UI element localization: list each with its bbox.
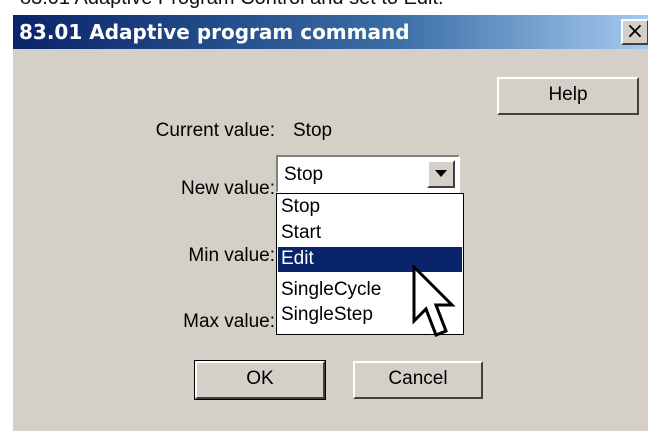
ok-button-label: OK: [246, 368, 274, 389]
max-value-label: Max value:: [183, 311, 275, 332]
new-value-label: New value:: [181, 178, 275, 199]
dropdown-option-stop[interactable]: Stop: [278, 195, 462, 220]
background-caption: 83.01 Adaptive Program Control and set t…: [20, 0, 444, 10]
help-button[interactable]: Help: [497, 77, 639, 115]
current-value-label: Current value:: [155, 120, 275, 141]
new-value-selected-text: Stop: [284, 164, 324, 185]
cancel-button-label: Cancel: [388, 368, 448, 389]
current-value: Stop: [293, 120, 333, 141]
dialog-title: 83.01 Adaptive program command: [19, 20, 410, 44]
chevron-down-icon: [435, 170, 447, 177]
dropdown-option-start[interactable]: Start: [278, 221, 462, 246]
mouse-pointer-icon: [412, 265, 456, 337]
ok-button[interactable]: OK: [194, 360, 326, 400]
close-button[interactable]: ×: [621, 19, 648, 45]
combo-dropdown-button[interactable]: [427, 160, 455, 188]
help-button-label: Help: [548, 84, 588, 105]
cancel-button[interactable]: Cancel: [353, 361, 483, 399]
new-value-select[interactable]: Stop: [276, 155, 460, 193]
min-value-label: Min value:: [188, 245, 275, 266]
close-icon: ×: [625, 19, 645, 44]
title-bar[interactable]: 83.01 Adaptive program command ×: [13, 15, 648, 49]
